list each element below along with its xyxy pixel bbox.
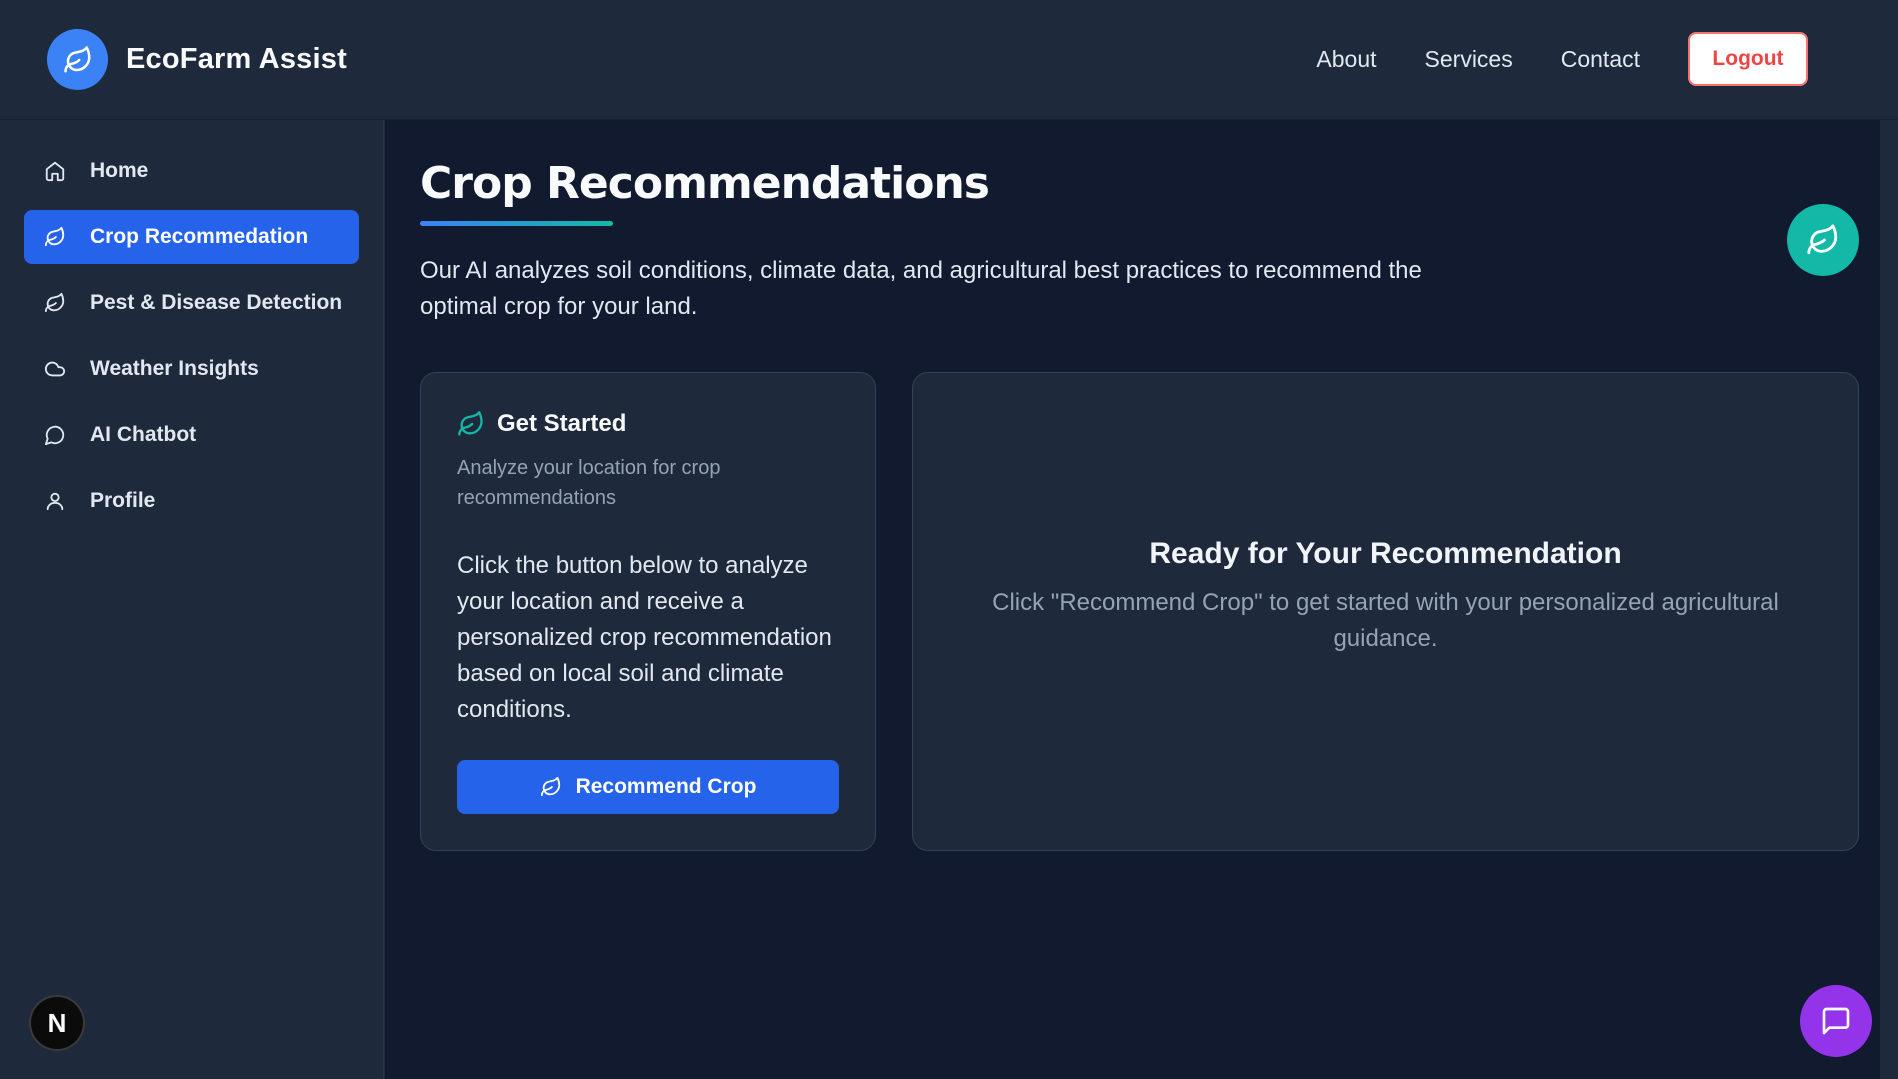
- leaf-badge-button[interactable]: [1787, 204, 1859, 276]
- sidebar-item-profile[interactable]: Profile: [24, 474, 359, 528]
- sidebar-item-crop-recommendation[interactable]: Crop Recommedation: [24, 210, 359, 264]
- message-square-icon: [1822, 1007, 1850, 1035]
- sidebar-item-pest-disease[interactable]: Pest & Disease Detection: [24, 276, 359, 330]
- leaf-icon: [42, 290, 68, 316]
- ready-text: Click "Recommend Crop" to get started wi…: [992, 588, 1779, 652]
- leaf-icon: [42, 224, 68, 250]
- sidebar-item-label: AI Chatbot: [90, 423, 197, 446]
- nav-link-about[interactable]: About: [1316, 46, 1376, 73]
- chat-fab-button[interactable]: [1800, 985, 1872, 1057]
- main-content: Crop Recommendations Our AI analyzes soi…: [385, 120, 1880, 1079]
- sidebar-item-label: Crop Recommedation: [90, 225, 309, 248]
- app-root: EcoFarm Assist About Services Contact Lo…: [0, 0, 1898, 1079]
- sidebar-item-label: Pest & Disease Detection: [90, 291, 343, 314]
- brand[interactable]: EcoFarm Assist: [47, 29, 347, 90]
- sidebar-item-home[interactable]: Home: [24, 144, 359, 198]
- get-started-header: Get Started: [457, 410, 626, 438]
- recommend-crop-button[interactable]: Recommend Crop: [457, 760, 839, 814]
- leaf-icon: [457, 410, 485, 438]
- cloud-icon: [42, 356, 68, 382]
- recommend-crop-label: Recommend Crop: [575, 775, 757, 798]
- sidebar: Home Crop Recommedation Pest & Disease D…: [0, 120, 384, 1079]
- leaf-icon: [540, 776, 562, 798]
- sidebar-item-label: Profile: [90, 489, 156, 512]
- intro-text: Our AI analyzes soil conditions, climate…: [420, 257, 1422, 320]
- top-header: EcoFarm Assist About Services Contact Lo…: [0, 0, 1898, 120]
- leaf-icon: [1807, 224, 1838, 255]
- page-title: Crop Recommendations: [420, 158, 990, 209]
- sidebar-item-weather[interactable]: Weather Insights: [24, 342, 359, 396]
- nextjs-dev-badge[interactable]: N: [29, 995, 85, 1051]
- user-icon: [42, 488, 68, 514]
- nav-link-services[interactable]: Services: [1425, 46, 1513, 73]
- nav-link-contact[interactable]: Contact: [1561, 46, 1640, 73]
- top-nav: About Services Contact Logout: [1316, 32, 1808, 86]
- logout-button[interactable]: Logout: [1688, 32, 1808, 86]
- brand-leaf-icon: [47, 29, 108, 90]
- brand-name: EcoFarm Assist: [126, 43, 347, 75]
- chat-bubble-icon: [42, 422, 68, 448]
- ready-title: Ready for Your Recommendation: [1149, 536, 1622, 570]
- get-started-subtitle: Analyze your location for crop recommend…: [457, 457, 721, 509]
- get-started-body: Click the button below to analyze your l…: [457, 552, 832, 723]
- recommendation-result-card: Ready for Your Recommendation Click "Rec…: [912, 372, 1859, 851]
- sidebar-item-ai-chatbot[interactable]: AI Chatbot: [24, 408, 359, 462]
- home-icon: [42, 158, 68, 184]
- get-started-title: Get Started: [497, 410, 627, 437]
- sidebar-item-label: Home: [90, 159, 149, 182]
- get-started-card: Get Started Analyze your location for cr…: [420, 372, 876, 851]
- sidebar-item-label: Weather Insights: [90, 357, 259, 380]
- title-underline: [420, 221, 613, 226]
